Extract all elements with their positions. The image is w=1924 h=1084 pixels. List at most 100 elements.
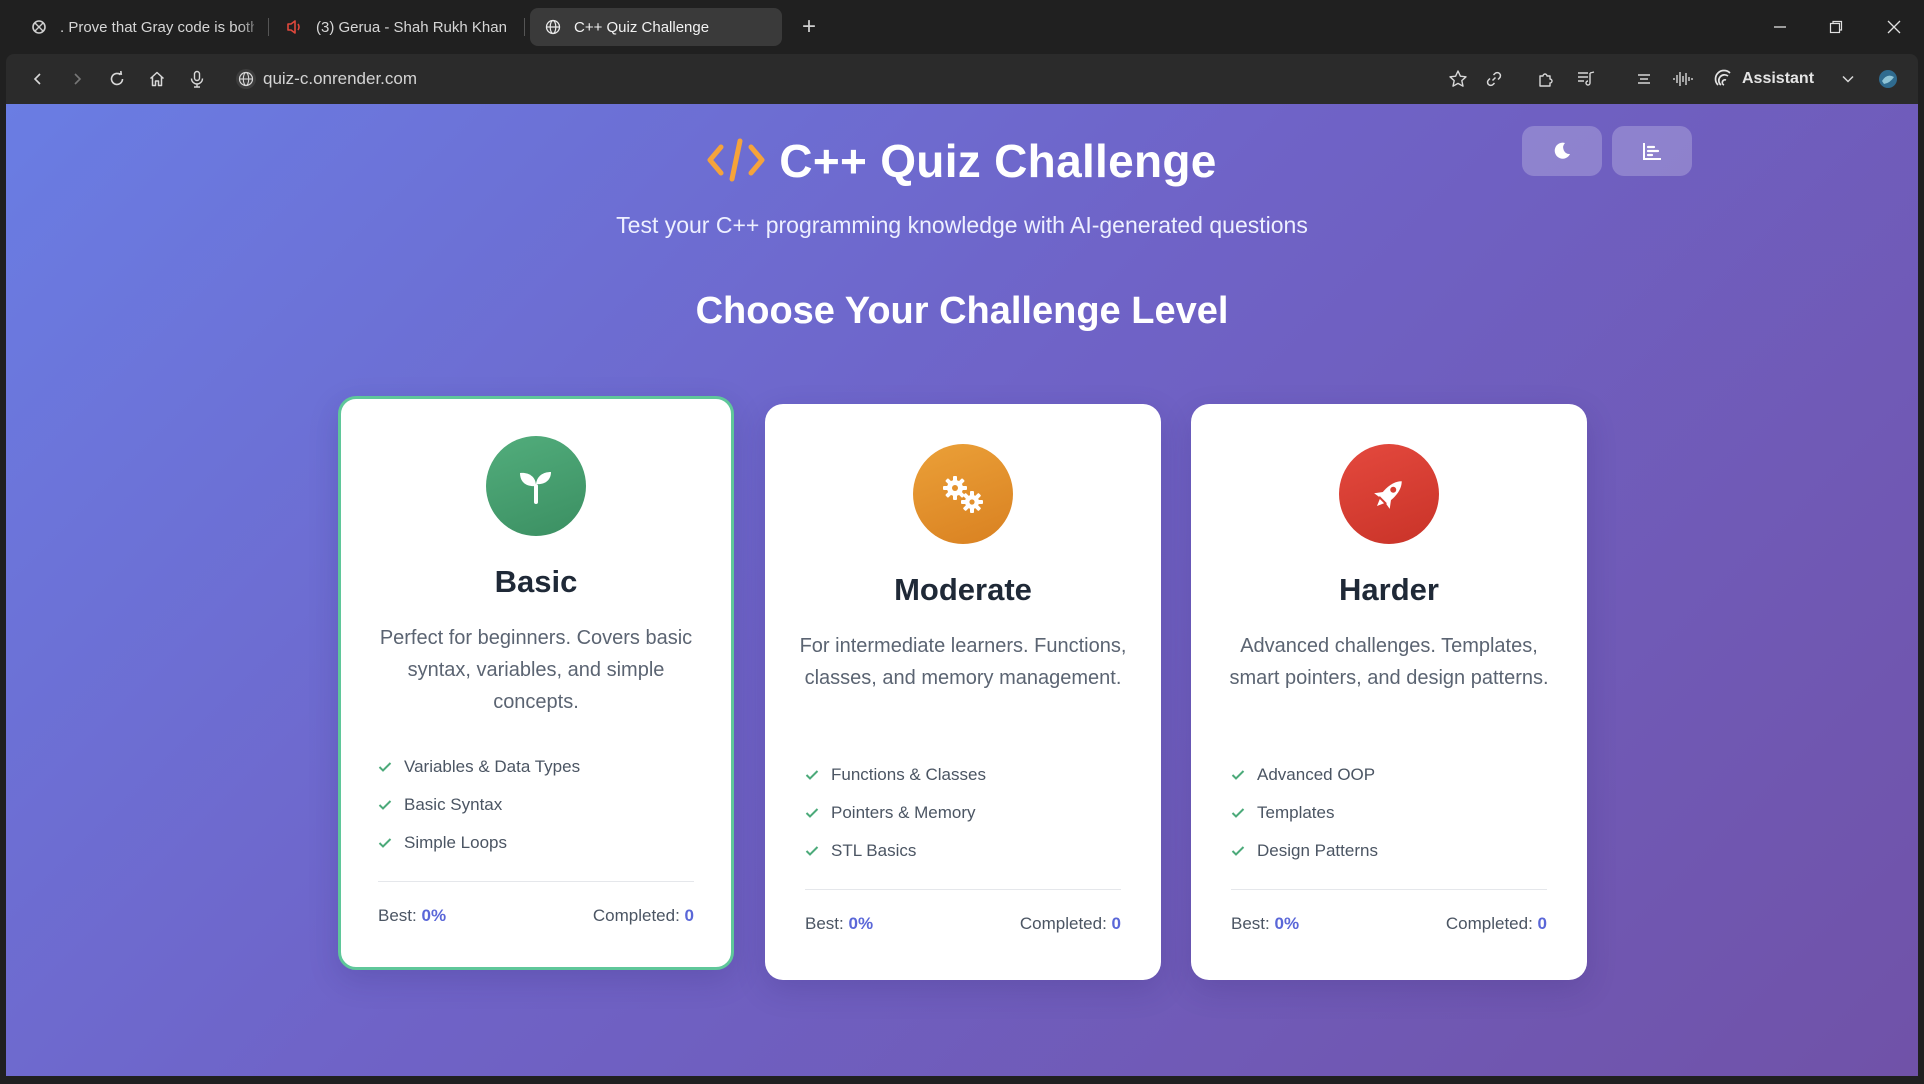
assistant-label: Assistant [1742,70,1815,87]
site-favicon-icon [30,18,48,36]
minimize-button[interactable] [1760,10,1800,44]
section-title: Choose Your Challenge Level [695,290,1229,332]
bookmark-button[interactable] [1446,67,1470,91]
assistant-icon [1714,69,1731,86]
menu-lines-icon [1638,74,1650,84]
feature-list: Advanced OOP Templates Design Patterns [1231,756,1551,870]
card-divider [805,889,1121,890]
level-card-basic[interactable]: Basic Perfect for beginners. Covers basi… [338,396,734,970]
best-label: Best: [805,914,844,933]
tab-gray-code[interactable]: . Prove that Gray code is both [16,8,268,46]
level-name: Basic [494,564,578,599]
star-icon [1449,70,1467,87]
page-title: C++ Quiz Challenge [779,135,1217,187]
forward-arrow-icon [74,73,82,85]
music-queue-icon [1578,71,1595,86]
level-card-moderate[interactable]: Moderate For intermediate learners. Func… [765,404,1161,980]
quiz-page: C++ Quiz Challenge Test your C++ program… [6,104,1918,1076]
checkmark-icon [378,759,394,775]
card-divider [378,881,694,882]
best-label: Best: [378,906,417,925]
waveform-icon [1673,72,1693,86]
list-item: Functions & Classes [805,756,1125,794]
media-button[interactable] [1574,67,1598,91]
level-icon-badge [486,436,586,536]
level-name: Moderate [894,572,1032,607]
completed-value: 0 [1111,914,1121,933]
checkmark-icon [1231,767,1247,783]
globe-icon [236,69,256,89]
new-tab-button[interactable]: + [796,14,822,40]
audio-button[interactable] [1671,67,1695,91]
best-value: 0% [848,914,874,933]
globe-icon [544,18,562,36]
voice-search-button[interactable] [185,67,209,91]
level-name: Harder [1339,572,1439,607]
chevron-down-icon [1842,75,1854,83]
tab-title: C++ Quiz Challenge [574,18,710,36]
best-value: 0% [1274,914,1300,933]
profile-button[interactable] [1876,67,1900,91]
level-description: Perfect for beginners. Covers basic synt… [379,627,693,713]
tab-quiz-active[interactable]: C++ Quiz Challenge [530,8,782,46]
best-score: Best: 0% [1231,914,1299,934]
feature-list: Variables & Data Types Basic Syntax Simp… [378,748,698,862]
list-item: STL Basics [805,832,1125,870]
back-button[interactable] [26,67,50,91]
restore-icon [1829,20,1843,34]
toolbar-menu-button[interactable] [1836,67,1860,91]
list-item: Variables & Data Types [378,748,698,786]
feature-label: Basic Syntax [404,795,503,814]
card-divider [1231,889,1547,890]
site-info-button[interactable] [234,67,258,91]
reader-mode-button[interactable] [1632,67,1656,91]
best-score: Best: 0% [378,906,446,926]
tab-gerua[interactable]: (3) Gerua - Shah Rukh Khan | [272,8,522,46]
list-item: Basic Syntax [378,786,698,824]
page-subtitle: Test your C++ programming knowledge with… [616,212,1308,238]
reload-button[interactable] [105,67,129,91]
checkmark-icon [1231,805,1247,821]
puzzle-icon [1539,73,1553,87]
forward-button[interactable] [65,67,89,91]
list-item: Simple Loops [378,824,698,862]
checkmark-icon [1231,843,1247,859]
level-description: For intermediate learners. Functions, cl… [799,635,1127,689]
feature-label: Simple Loops [404,833,508,852]
seedling-icon [520,472,551,504]
feature-label: STL Basics [831,841,917,860]
card-stats: Best: 0% Completed: 0 [805,914,1121,934]
speaker-muted-icon[interactable] [286,18,304,36]
avatar-icon [1879,70,1897,88]
level-card-harder[interactable]: Harder Advanced challenges. Templates, s… [1191,404,1587,980]
feature-label: Variables & Data Types [404,757,581,776]
restore-button[interactable] [1816,10,1856,44]
list-item: Advanced OOP [1231,756,1551,794]
home-button[interactable] [145,67,169,91]
address-bar[interactable]: quiz-c.onrender.com [263,69,417,89]
extensions-button[interactable] [1534,67,1558,91]
feature-label: Functions & Classes [831,765,986,784]
feature-label: Pointers & Memory [831,803,976,822]
page-title-row: C++ Quiz Challenge [6,134,1918,194]
feature-label: Templates [1257,803,1335,822]
feature-list: Functions & Classes Pointers & Memory ST… [805,756,1125,870]
card-stats: Best: 0% Completed: 0 [378,906,694,926]
rocket-icon [1374,481,1402,509]
completed-label: Completed: [1445,914,1533,933]
tab-title: . Prove that Gray code is both [60,18,254,36]
checkmark-icon [805,843,821,859]
assistant-button[interactable]: Assistant [1714,67,1814,91]
card-stats: Best: 0% Completed: 0 [1231,914,1547,934]
close-window-button[interactable] [1874,10,1914,44]
completed-label: Completed: [592,906,680,925]
completed-count: Completed: 0 [1446,914,1547,934]
browser-window: . Prove that Gray code is both (3) Gerua… [0,0,1924,1084]
home-icon [149,71,165,87]
tab-fade [238,8,268,46]
share-link-button[interactable] [1482,67,1506,91]
list-item: Design Patterns [1231,832,1551,870]
close-icon [1887,20,1901,34]
microphone-icon [190,70,204,88]
feature-label: Advanced OOP [1257,765,1376,784]
